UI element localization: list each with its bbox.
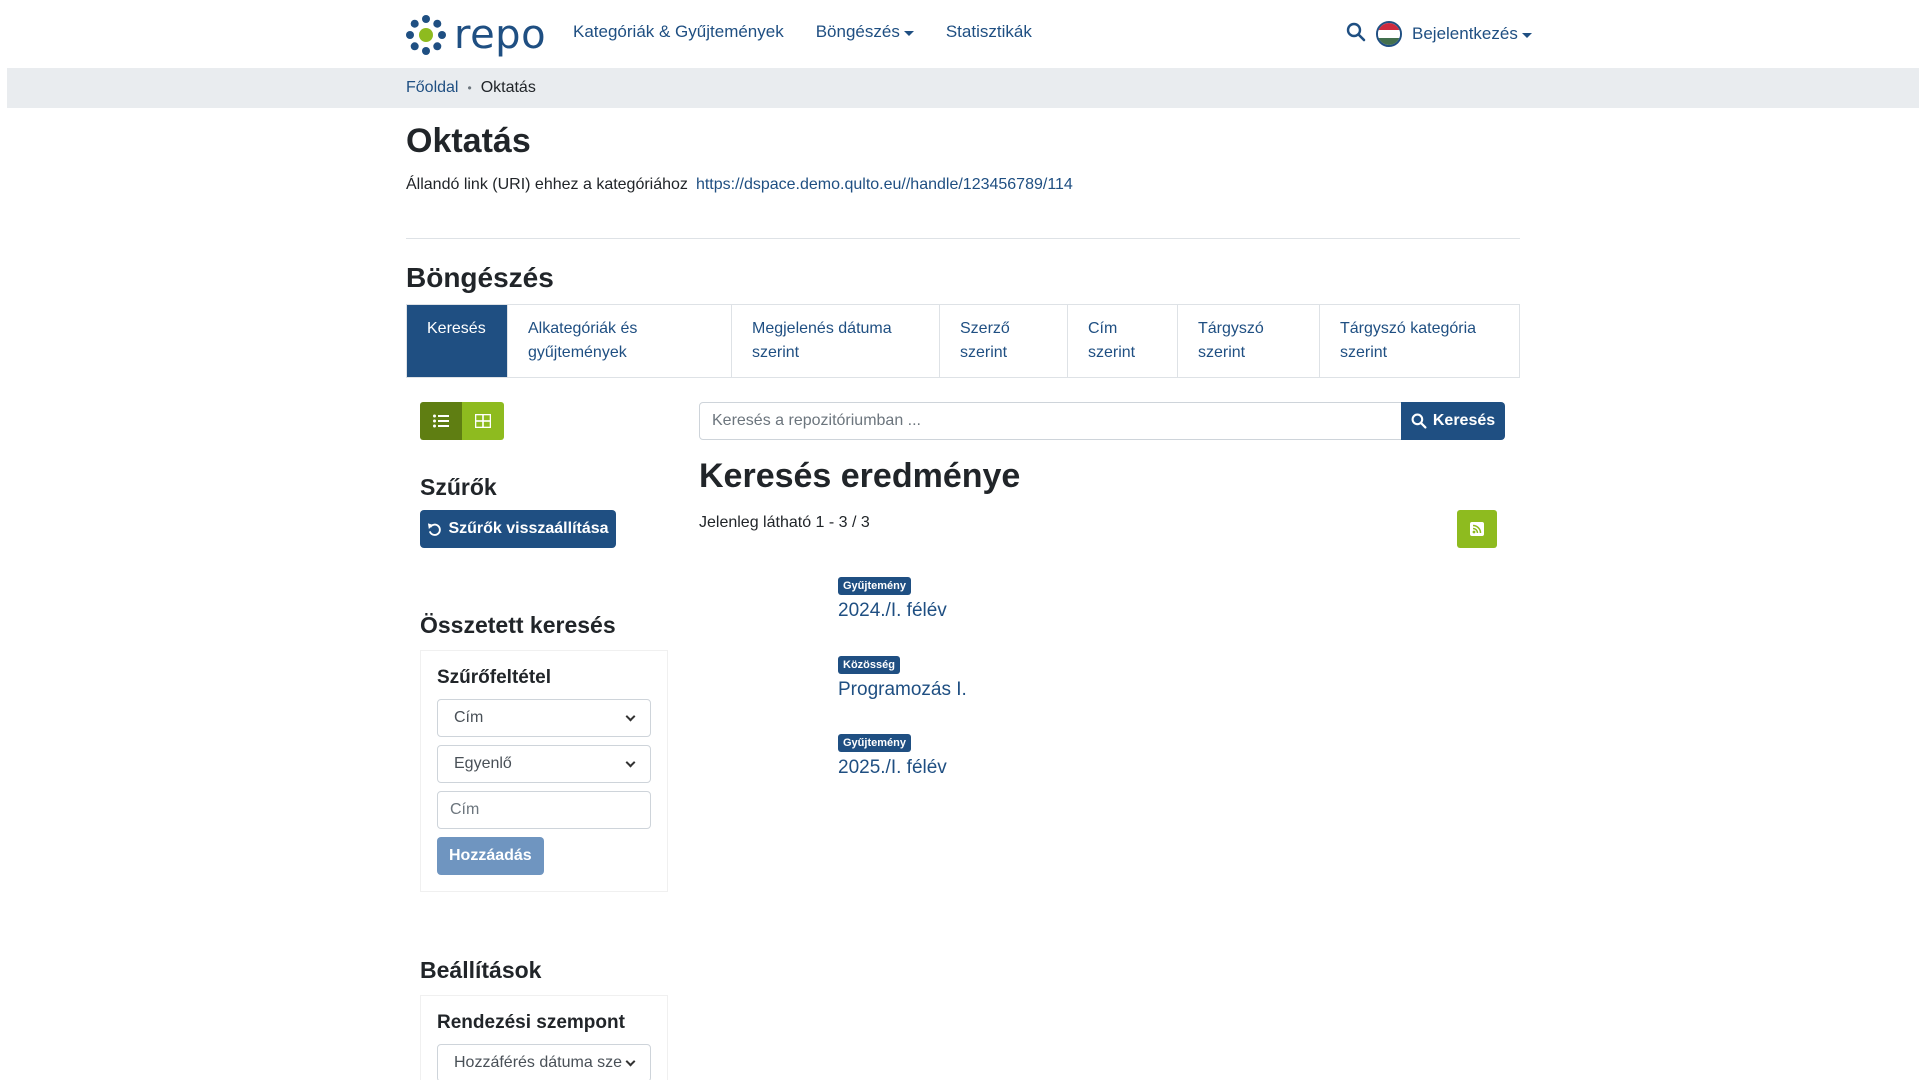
view-mode-toggle (420, 402, 504, 440)
uri-link[interactable]: https://dspace.demo.qulto.eu//handle/123… (696, 176, 1073, 193)
settings-panel: Rendezési szempont Hozzáférés dátuma sze (420, 995, 668, 1080)
divider (406, 238, 1520, 239)
tab-label: szerint (1088, 344, 1136, 361)
permanent-uri: Állandó link (URI) ehhez a kategóriához h… (406, 176, 1073, 194)
advanced-search-panel: Szűrőfeltétel Cím Egyenlő Hozzáadás (420, 650, 668, 892)
settings-title: Beállítások (420, 957, 542, 983)
reset-filters-button[interactable]: Szűrők visszaállítása (420, 510, 616, 548)
chevron-down-icon (625, 1056, 636, 1066)
repo-logo[interactable]: repo (406, 14, 546, 56)
filter-condition-title: Szűrőfeltétel (437, 667, 552, 688)
caret-down-icon (1521, 32, 1532, 38)
logo-text: repo (454, 12, 547, 58)
search-button-label: Keresés (1432, 412, 1496, 429)
result-item: Gyűjtemény 2025./I. félév (838, 733, 947, 779)
tab-subcategories-collections[interactable]: Alkategóriák és gyűjtemények (507, 305, 731, 377)
right-nav: Bejelentkezés (1346, 21, 1532, 47)
result-item: Közösség Programozás I. (838, 655, 967, 701)
sort-title: Rendezési szempont (437, 1012, 625, 1033)
nav-label: Böngészés (815, 22, 900, 41)
search-icon (1411, 413, 1427, 429)
tab-by-subject[interactable]: Tárgyszó szerint (1177, 305, 1319, 377)
nav-label: Kategóriák & Gyűjtemények (573, 22, 784, 41)
grid-view-button[interactable] (462, 402, 504, 440)
tab-by-issue-date[interactable]: Megjelenés dátuma szerint (731, 305, 939, 377)
uri-label: Állandó link (URI) ehhez a kategóriához (406, 176, 688, 193)
tab-label: szerint (752, 344, 800, 361)
tab-label: Megjelenés dátuma (752, 320, 892, 337)
tab-label: szerint (1340, 344, 1388, 361)
breadcrumb-bar: Főoldal • Oktatás (7, 68, 1919, 108)
rss-feed-button[interactable] (1457, 510, 1497, 548)
tab-label: szerint (960, 344, 1008, 361)
advanced-search-title: Összetett keresés (420, 612, 616, 638)
tab-by-title[interactable]: Cím szerint (1067, 305, 1177, 377)
breadcrumb-current: Oktatás (480, 79, 536, 96)
result-title-link[interactable]: 2024./I. félév (838, 600, 947, 622)
undo-icon (428, 522, 442, 536)
search-icon[interactable] (1346, 22, 1366, 47)
sort-select[interactable]: Hozzáférés dátuma sze (437, 1044, 651, 1080)
page-title: Oktatás (406, 122, 531, 160)
search-button[interactable]: Keresés (1401, 402, 1505, 440)
filter-field-select[interactable]: Cím (437, 699, 651, 737)
nav-categories-collections[interactable]: Kategóriák & Gyűjtemények (573, 22, 784, 42)
select-value: Egyenlő (454, 755, 512, 772)
chevron-down-icon (625, 757, 636, 767)
browse-tabs: Keresés Alkategóriák és gyűjtemények Meg… (406, 304, 1520, 378)
grid-icon (475, 414, 491, 428)
filter-operator-select[interactable]: Egyenlő (437, 745, 651, 783)
browse-title: Böngészés (406, 262, 554, 293)
breadcrumb: Főoldal • Oktatás (406, 79, 536, 97)
chevron-down-icon (625, 711, 636, 721)
select-value: Hozzáférés dátuma sze (454, 1054, 623, 1071)
filters-title: Szűrők (420, 474, 497, 500)
rss-icon (1470, 522, 1484, 536)
result-title-link[interactable]: Programozás I. (838, 679, 967, 701)
nav-label: Statisztikák (945, 22, 1032, 41)
tab-label: Tárgyszó kategória (1340, 320, 1477, 337)
logo-dots-icon (406, 15, 446, 55)
main-nav: Kategóriák & Gyűjtemények Böngészés Stat… (573, 22, 1032, 42)
tab-label: Szerző (960, 320, 1010, 337)
breadcrumb-separator: • (467, 81, 472, 95)
login-label: Bejelentkezés (1412, 24, 1518, 43)
search-input[interactable] (699, 402, 1402, 440)
tab-label: Cím (1088, 320, 1118, 337)
type-badge: Közösség (838, 656, 900, 674)
results-count: Jelenleg látható 1 - 3 / 3 (699, 514, 870, 531)
tab-label: szerint (1198, 344, 1246, 361)
type-badge: Gyűjtemény (838, 577, 911, 595)
filter-value-input[interactable] (437, 791, 651, 829)
nav-browse-dropdown[interactable]: Böngészés (816, 22, 914, 42)
tab-label: Alkategóriák és (528, 320, 638, 337)
top-navbar: repo Kategóriák & Gyűjtemények Böngészés… (0, 0, 1920, 68)
select-value: Cím (454, 709, 484, 726)
list-view-button[interactable] (420, 402, 462, 440)
tab-by-author[interactable]: Szerző szerint (939, 305, 1067, 377)
tab-label: Keresés (427, 320, 486, 337)
add-filter-button[interactable]: Hozzáadás (437, 837, 544, 875)
caret-down-icon (903, 30, 914, 36)
hungarian-flag-icon[interactable] (1376, 21, 1402, 47)
result-item: Gyűjtemény 2024./I. félév (838, 576, 947, 622)
type-badge: Gyűjtemény (838, 734, 911, 752)
tab-label: Tárgyszó (1198, 320, 1264, 337)
list-icon (433, 414, 449, 428)
tab-search[interactable]: Keresés (407, 305, 507, 377)
results-title: Keresés eredménye (699, 457, 1021, 495)
nav-statistics[interactable]: Statisztikák (946, 22, 1032, 42)
tab-by-subject-category[interactable]: Tárgyszó kategória szerint (1319, 305, 1519, 377)
result-title-link[interactable]: 2025./I. félév (838, 757, 947, 779)
breadcrumb-home[interactable]: Főoldal (406, 79, 458, 97)
reset-filters-label: Szűrők visszaállítása (448, 520, 609, 537)
login-dropdown[interactable]: Bejelentkezés (1412, 24, 1532, 44)
tab-label: gyűjtemények (528, 344, 627, 361)
